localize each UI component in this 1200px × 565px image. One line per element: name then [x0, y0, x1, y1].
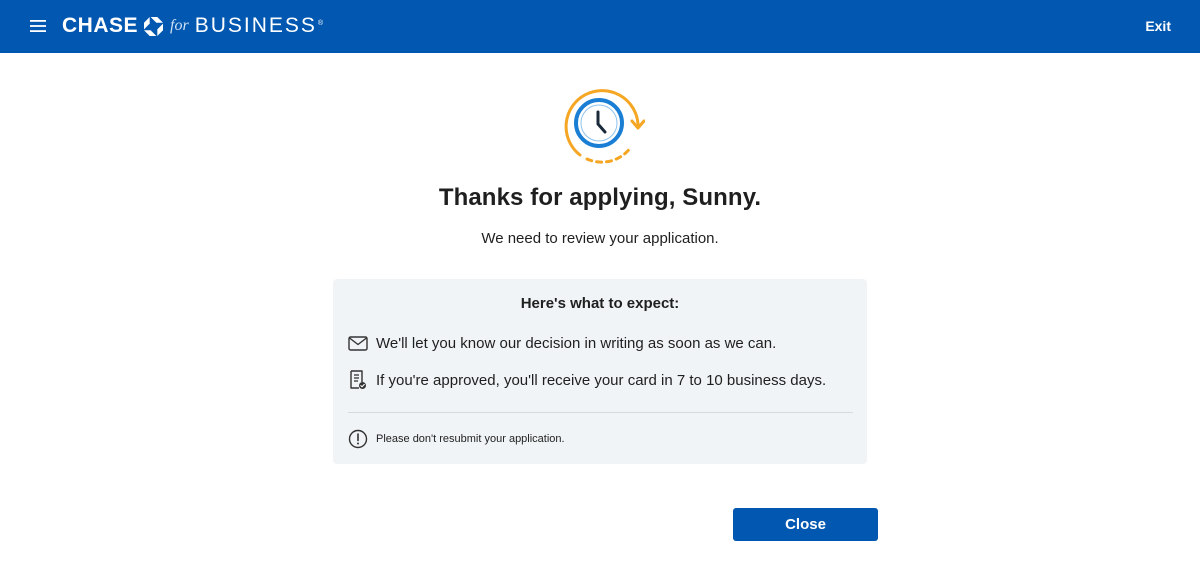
expect-item-decision: We'll let you know our decision in writi…: [348, 333, 776, 353]
expect-card-title: Here's what to expect:: [520, 295, 680, 312]
hamburger-menu-icon[interactable]: [30, 18, 46, 34]
resubmit-notice: Please don't resubmit your application.: [348, 429, 565, 449]
logo-for-text: for: [170, 17, 189, 34]
page-subtitle: We need to review your application.: [481, 230, 719, 247]
envelope-icon: [348, 333, 368, 353]
logo-registered-mark: ®: [317, 19, 324, 27]
expect-item-card-delivery: If you're approved, you'll receive your …: [348, 370, 826, 390]
exit-link[interactable]: Exit: [1145, 18, 1171, 34]
alert-circle-icon: [348, 429, 368, 449]
page-title: Thanks for applying, Sunny.: [438, 184, 762, 211]
what-to-expect-card: Here's what to expect: We'll let you kno…: [333, 279, 867, 464]
document-check-icon: [348, 370, 368, 390]
card-divider: [348, 412, 853, 413]
chase-for-business-logo[interactable]: CHASE for BUSINESS ®: [62, 13, 323, 39]
chase-octagon-icon: [144, 16, 164, 36]
top-header: CHASE for BUSINESS ® Exit: [0, 0, 1200, 53]
logo-business-text: BUSINESS: [194, 14, 317, 37]
logo-chase-text: CHASE: [62, 14, 139, 37]
notice-text: Please don't resubmit your application.: [376, 433, 565, 445]
pending-clock-icon: [559, 87, 646, 165]
close-button[interactable]: Close: [733, 508, 878, 541]
expect-item-text: If you're approved, you'll receive your …: [376, 371, 827, 389]
expect-item-text: We'll let you know our decision in writi…: [376, 334, 777, 352]
